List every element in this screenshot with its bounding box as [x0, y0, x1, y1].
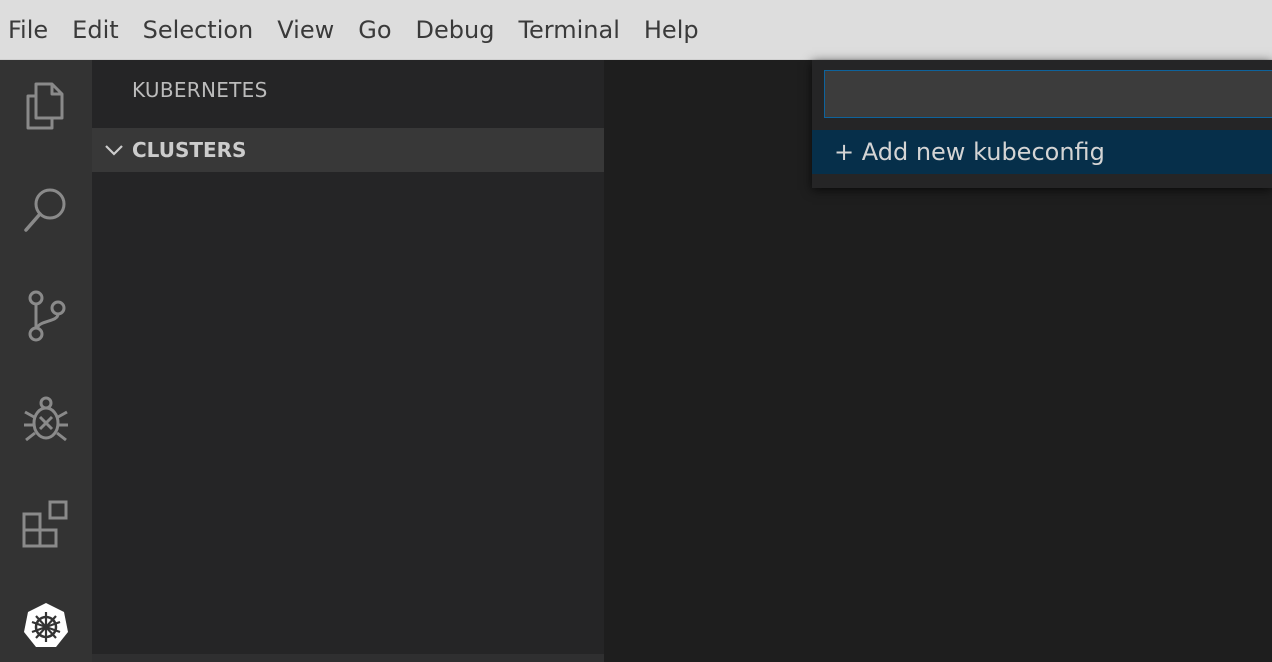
activity-source-control[interactable]: [0, 270, 92, 362]
clusters-section-label: CLUSTERS: [132, 138, 247, 162]
extensions-icon: [22, 500, 68, 548]
quick-pick-item-label: + Add new kubeconfig: [834, 138, 1105, 166]
activity-bar: [0, 60, 92, 662]
sidebar-horizontal-scrollbar[interactable]: [92, 654, 604, 662]
activity-kubernetes[interactable]: [0, 580, 92, 662]
explorer-icon: [26, 82, 64, 130]
debug-icon: [24, 396, 68, 442]
kubernetes-icon: [24, 603, 68, 647]
quick-pick-item-add-kubeconfig[interactable]: + Add new kubeconfig: [812, 130, 1272, 174]
menu-selection[interactable]: Selection: [131, 0, 266, 60]
activity-search[interactable]: [0, 164, 92, 256]
menu-bar: File Edit Selection View Go Debug Termin…: [0, 0, 1272, 60]
source-control-icon: [28, 290, 66, 342]
menu-view[interactable]: View: [265, 0, 346, 60]
menu-help[interactable]: Help: [632, 0, 711, 60]
vscode-window: File Edit Selection View Go Debug Termin…: [0, 0, 1272, 662]
chevron-down-icon: [100, 143, 128, 157]
activity-extensions[interactable]: [0, 478, 92, 570]
sidebar-title: KUBERNETES: [132, 78, 268, 102]
menu-edit[interactable]: Edit: [60, 0, 130, 60]
search-icon: [24, 188, 66, 232]
activity-debug[interactable]: [0, 374, 92, 466]
menu-debug[interactable]: Debug: [404, 0, 507, 60]
clusters-section-header[interactable]: CLUSTERS: [92, 128, 604, 172]
quick-pick-input[interactable]: [824, 70, 1272, 118]
activity-explorer[interactable]: [0, 60, 92, 152]
menu-go[interactable]: Go: [346, 0, 403, 60]
quick-pick: + Add new kubeconfig: [812, 60, 1272, 188]
sidebar: KUBERNETES CLUSTERS: [92, 60, 604, 662]
menu-file[interactable]: File: [0, 0, 60, 60]
menu-terminal[interactable]: Terminal: [506, 0, 631, 60]
